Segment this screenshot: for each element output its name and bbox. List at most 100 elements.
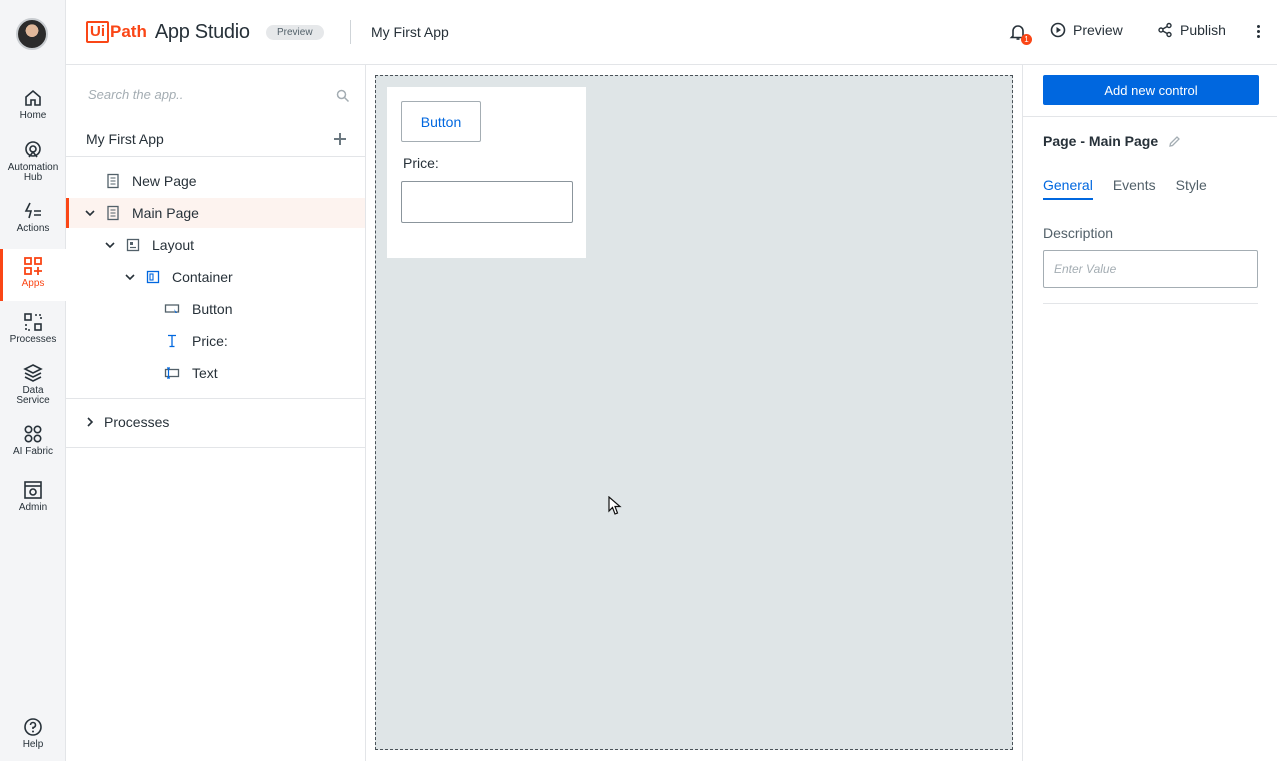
rail-label-line2: Hub [23,172,43,183]
tab-general[interactable]: General [1043,177,1093,200]
divider [66,398,365,399]
add-page-icon[interactable] [332,131,348,147]
preview-badge: Preview [266,25,324,40]
search-input[interactable] [88,87,328,102]
canvas-button-control[interactable]: Button [401,101,481,142]
tree-item-container[interactable]: Container [66,262,365,292]
explorer-app-name: My First App [86,131,164,147]
text-label-icon [168,334,176,348]
rail-item-home[interactable]: Home [0,88,66,140]
tab-style[interactable]: Style [1176,177,1207,200]
tree-item-price-label[interactable]: Price: [66,326,365,356]
rail-label: Actions [16,223,50,234]
divider [1043,303,1258,304]
properties-tabs: General Events Style [1043,177,1227,200]
play-circle-icon [1050,22,1066,38]
share-icon [1158,22,1172,38]
rail-label: Help [22,739,44,750]
canvas-textbox-control[interactable] [401,181,573,223]
rail-label: Home [19,110,47,121]
page-icon [107,173,119,189]
more-menu-icon[interactable] [1250,23,1266,43]
page-icon [107,205,119,221]
preview-label: Preview [1073,22,1123,38]
design-canvas-area: Button Price: [366,65,1022,761]
description-field[interactable] [1043,250,1258,288]
tree-item-label: Price: [192,333,228,349]
tree-item-label: New Page [132,173,197,189]
actions-icon [24,202,41,219]
logo-path: Path [110,22,147,41]
mouse-cursor-icon [608,496,622,515]
edit-pencil-icon[interactable] [1168,135,1181,148]
tree-item-processes[interactable]: Processes [66,407,365,437]
search-box [88,87,350,107]
ai-fabric-icon [24,425,42,443]
tree-item-textbox[interactable]: Text [66,358,365,388]
rail-item-help[interactable]: Help [0,717,66,769]
rail-label: Processes [9,334,57,345]
properties-page-title: Page - Main Page [1043,133,1181,149]
logo-ui: Ui [86,21,109,43]
user-avatar[interactable] [16,18,48,50]
publish-button[interactable]: Publish [1157,22,1226,38]
tree-item-label: Text [192,365,218,381]
admin-icon [24,481,42,499]
search-icon[interactable] [336,89,350,103]
rail-label: Apps [21,278,45,289]
canvas-container[interactable]: Button Price: [387,87,586,258]
help-icon [24,718,42,736]
tree-item-label: Main Page [132,205,199,221]
app-explorer-panel: My First App New Page Main Page Layout C… [66,65,366,761]
rail-label: AI Fabric [12,446,53,457]
app-rail: Home Automation Hub Actions Apps Process… [0,0,66,761]
notification-count-badge: 1 [1021,34,1032,45]
tree-item-main-page[interactable]: Main Page [66,198,365,228]
properties-panel: Add new control Page - Main Page General… [1022,65,1277,761]
rail-label: Admin [18,502,48,513]
tree-item-new-page[interactable]: New Page [66,166,365,196]
tree-item-label: Container [172,269,233,285]
top-bar: Ui Path App Studio Preview My First App … [66,0,1277,65]
canvas-price-label[interactable]: Price: [403,155,439,171]
divider [66,447,365,448]
rail-item-apps[interactable]: Apps [0,249,66,301]
product-name: App Studio [154,20,250,43]
tree-item-layout[interactable]: Layout [66,230,365,260]
tree-item-label: Button [192,301,233,317]
data-service-icon [23,364,43,382]
divider [1023,116,1277,117]
rail-item-processes[interactable]: Processes [0,312,66,364]
rail-item-data-service[interactable]: Data Service [0,363,66,415]
chevron-down-icon[interactable] [104,239,116,251]
automation-hub-icon [25,141,41,158]
uipath-logo: Ui Path App Studio [86,19,250,45]
rail-item-ai-fabric[interactable]: AI Fabric [0,424,66,476]
publish-label: Publish [1180,22,1226,38]
divider [350,20,351,44]
rail-item-actions[interactable]: Actions [0,201,66,253]
container-icon [146,270,160,284]
tree-item-label: Layout [152,237,195,253]
description-label: Description [1043,225,1114,241]
page-canvas[interactable]: Button Price: [375,75,1013,750]
preview-button[interactable]: Preview [1050,22,1123,38]
divider [66,156,365,157]
notifications-button[interactable]: 1 [1008,22,1032,45]
add-new-control-button[interactable]: Add new control [1043,75,1259,105]
rail-label-line2: Service [16,395,50,406]
app-title: My First App [371,24,449,40]
rail-item-admin[interactable]: Admin [0,480,66,532]
chevron-right-icon[interactable] [84,416,96,428]
chevron-down-icon[interactable] [84,207,96,219]
tree-item-label: Processes [104,414,170,430]
tab-events[interactable]: Events [1113,177,1156,200]
layout-icon [126,238,140,252]
button-control-icon [164,304,180,313]
chevron-down-icon[interactable] [124,271,136,283]
home-icon [25,89,41,106]
tree-item-button[interactable]: Button [66,294,365,324]
textbox-icon [164,367,180,379]
rail-item-automation-hub[interactable]: Automation Hub [0,140,66,192]
processes-icon [24,313,42,331]
